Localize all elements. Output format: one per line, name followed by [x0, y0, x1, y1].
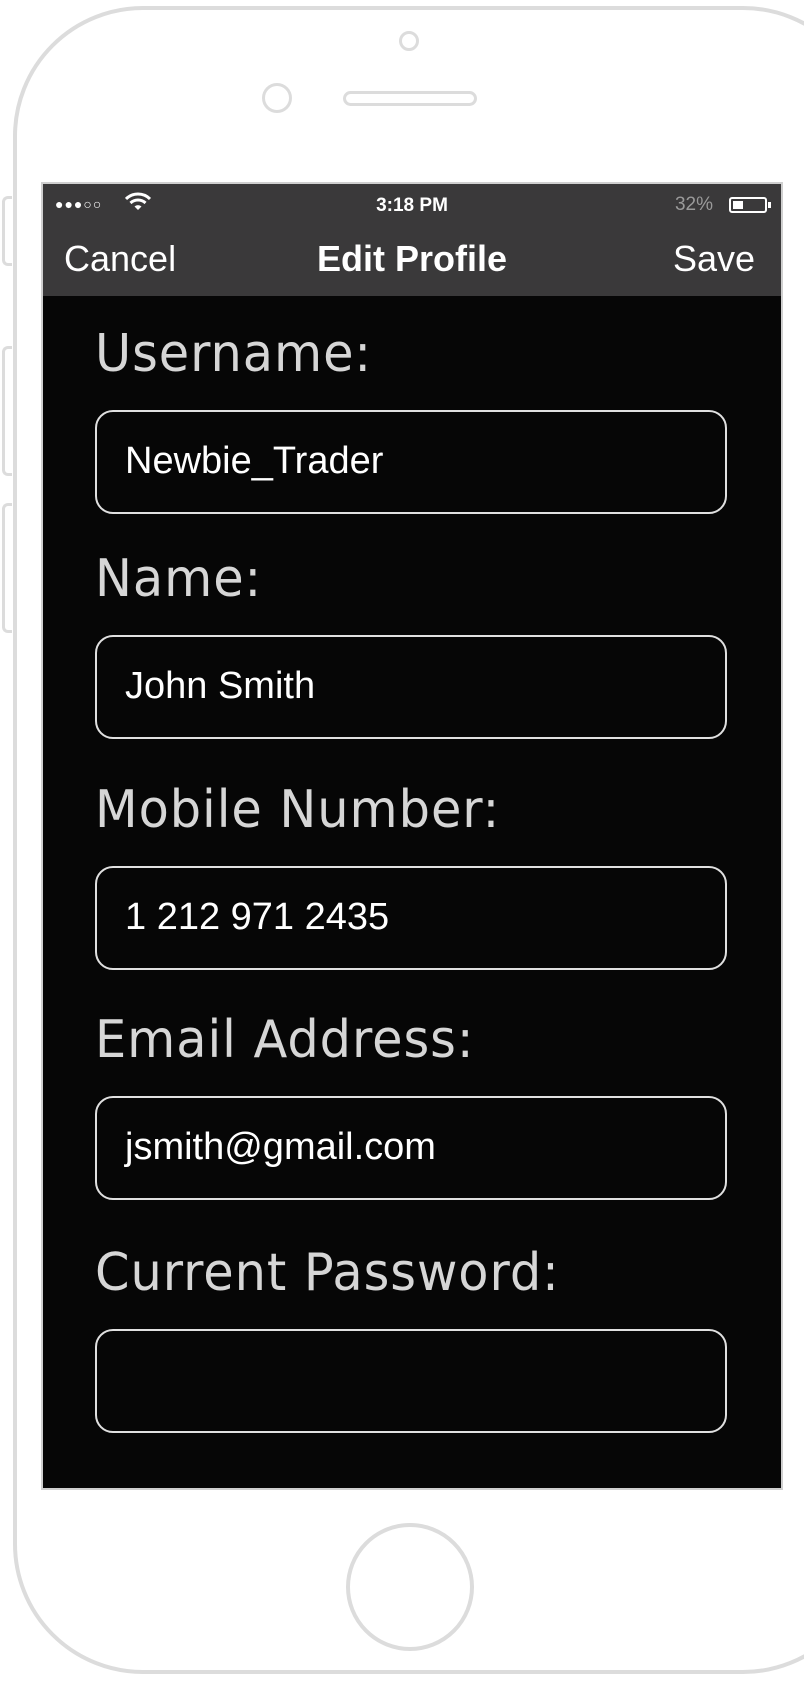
- volume-down-button: [2, 503, 12, 633]
- earpiece-speaker: [343, 91, 477, 106]
- phone-mockup: ●●●○○ 3:18 PM 32% Cancel Edit Profile Sa…: [0, 0, 804, 1681]
- phone-screen: ●●●○○ 3:18 PM 32% Cancel Edit Profile Sa…: [41, 182, 783, 1490]
- save-button[interactable]: Save: [673, 238, 755, 280]
- battery-level-fill: [733, 201, 743, 209]
- mobile-number-value: 1 212 971 2435: [125, 896, 390, 938]
- name-label: Name:: [95, 549, 263, 609]
- current-password-field[interactable]: [95, 1329, 727, 1433]
- current-password-label: Current Password:: [95, 1243, 560, 1303]
- email-address-value: jsmith@gmail.com: [125, 1126, 436, 1168]
- home-button[interactable]: [346, 1523, 474, 1651]
- front-camera: [399, 31, 419, 51]
- username-value: Newbie_Trader: [125, 440, 384, 482]
- mobile-number-field[interactable]: 1 212 971 2435: [95, 866, 727, 970]
- cancel-button[interactable]: Cancel: [64, 238, 176, 280]
- battery-cap: [768, 202, 771, 208]
- battery-icon: [729, 197, 771, 213]
- mobile-number-label: Mobile Number:: [95, 780, 501, 840]
- email-address-label: Email Address:: [95, 1010, 475, 1070]
- battery-percentage: 32%: [674, 194, 713, 215]
- username-label: Username:: [95, 324, 373, 384]
- status-bar: ●●●○○ 3:18 PM 32%: [43, 184, 781, 222]
- status-time: 3:18 PM: [376, 195, 448, 216]
- proximity-sensor: [262, 83, 292, 113]
- name-field[interactable]: John Smith: [95, 635, 727, 739]
- mute-switch: [2, 196, 12, 266]
- navigation-bar: Cancel Edit Profile Save: [43, 222, 781, 296]
- name-value: John Smith: [125, 665, 316, 707]
- volume-up-button: [2, 346, 12, 476]
- username-field[interactable]: Newbie_Trader: [95, 410, 727, 514]
- email-address-field[interactable]: jsmith@gmail.com: [95, 1096, 727, 1200]
